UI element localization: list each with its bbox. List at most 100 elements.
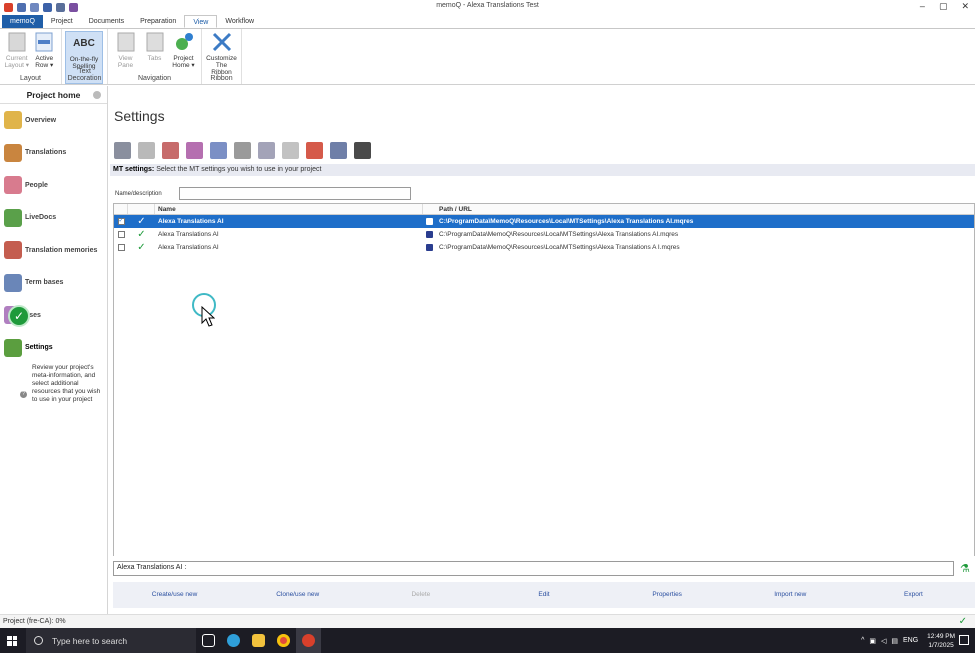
clone-use-new-button[interactable]: Clone/use new	[236, 582, 359, 608]
nav-item-translation-memories[interactable]: Translation memories	[0, 234, 107, 267]
resource-icon[interactable]	[162, 142, 179, 159]
network-icon[interactable]: ▣	[869, 637, 876, 645]
name-description-filter-input[interactable]	[179, 187, 411, 200]
volume-icon[interactable]: ◁	[881, 637, 886, 645]
overview-icon	[4, 111, 22, 130]
windows-taskbar: Type here to search ^ ▣ ◁ ▤ ENG 12:49 PM…	[0, 628, 975, 653]
minimize-button[interactable]: –	[920, 1, 925, 12]
row-checkbox[interactable]: ✓	[117, 218, 125, 225]
resource-icon[interactable]	[138, 142, 155, 159]
chrome-icon[interactable]	[271, 628, 296, 653]
search-icon	[34, 636, 43, 645]
create-use-new-button[interactable]: Create/use new	[113, 582, 236, 608]
import-new-button[interactable]: Import new	[729, 582, 852, 608]
edge-icon[interactable]	[221, 628, 246, 653]
tab-project[interactable]: Project	[43, 15, 81, 28]
nav-item-livedocs[interactable]: LiveDocs	[0, 202, 107, 235]
system-tray: ^ ▣ ◁ ▤ ENG 12:49 PM 1/7/2025	[861, 628, 955, 653]
nav-item-overview[interactable]: Overview	[0, 104, 107, 137]
help-icon[interactable]: ?	[20, 391, 27, 398]
pin-icon[interactable]	[93, 91, 101, 99]
maximize-button[interactable]: ▢	[939, 1, 948, 12]
window-title: memoQ - Alexa Translations Test	[436, 2, 539, 9]
translations-icon	[4, 143, 22, 162]
taskbar-search[interactable]: Type here to search	[26, 628, 196, 653]
export-button[interactable]: Export	[852, 582, 975, 608]
tabs-icon	[145, 31, 165, 53]
edit-button[interactable]: Edit	[482, 582, 605, 608]
resource-icon[interactable]	[282, 142, 299, 159]
flask-icon[interactable]: ⚗	[960, 562, 972, 575]
language-indicator[interactable]: ENG	[903, 637, 918, 644]
clock[interactable]: 12:49 PM 1/7/2025	[927, 632, 955, 650]
tools-icon	[212, 31, 232, 53]
column-header-name[interactable]: Name	[155, 204, 423, 214]
chevron-up-icon[interactable]: ^	[861, 637, 864, 644]
row-path: C:\ProgramData\MemoQ\Resources\Local\MTS…	[439, 218, 694, 225]
keyboard-icon[interactable]: ▤	[891, 637, 898, 645]
settings-panel: Settings MT settings: Select the MT sett…	[110, 86, 975, 614]
resource-file-icon	[426, 244, 433, 251]
description-field[interactable]: Alexa Translations AI :	[113, 561, 954, 576]
tab-view[interactable]: View	[184, 15, 218, 28]
resource-icon[interactable]	[210, 142, 227, 159]
resource-file-icon	[426, 218, 433, 225]
ribbon-group-ribbon: Customize The Ribbon Ribbon	[202, 29, 242, 84]
row-name: Alexa Translations AI	[158, 231, 219, 238]
table-row[interactable]: ✓ Alexa Translations AI C:\ProgramData\M…	[114, 241, 974, 254]
nav-item-settings[interactable]: Settings	[0, 332, 107, 365]
tab-preparation[interactable]: Preparation	[132, 15, 184, 28]
table-row[interactable]: ✓ ✓ Alexa Translations AI C:\ProgramData…	[114, 215, 974, 228]
task-view-icon[interactable]	[196, 628, 221, 653]
notification-icon[interactable]	[959, 635, 969, 645]
windows-logo-icon	[7, 635, 17, 646]
resource-icon[interactable]	[234, 142, 251, 159]
mouse-cursor-icon	[201, 306, 215, 327]
tab-workflow[interactable]: Workflow	[217, 15, 262, 28]
settings-toolbar	[114, 142, 371, 159]
nav-item-translations[interactable]: Translations	[0, 137, 107, 170]
layout-icon	[7, 31, 27, 53]
ribbon: Current Layout ▾ Active Row ▾ Layout ABC…	[0, 29, 975, 85]
group-label: Text Decoration	[67, 68, 102, 82]
nav-header: Project home	[0, 86, 107, 104]
properties-button[interactable]: Properties	[606, 582, 729, 608]
row-path: C:\ProgramData\MemoQ\Resources\Local\MTS…	[439, 231, 679, 238]
memoq-taskbar-icon[interactable]	[296, 628, 321, 653]
tab-documents[interactable]: Documents	[81, 15, 132, 28]
project-home-nav: Project home Overview Translations Peopl…	[0, 86, 108, 614]
mt-settings-bar: MT settings: Select the MT settings you …	[110, 164, 975, 176]
translation-memories-icon	[4, 241, 22, 260]
start-button[interactable]	[0, 628, 24, 653]
table-row[interactable]: ✓ Alexa Translations AI C:\ProgramData\M…	[114, 228, 974, 241]
title-bar: memoQ - Alexa Translations Test – ▢ ✕	[0, 0, 975, 14]
status-ok-icon: ✓	[137, 216, 146, 227]
resource-icon[interactable]	[186, 142, 203, 159]
nav-item-people[interactable]: People	[0, 169, 107, 202]
resource-icon[interactable]	[306, 142, 323, 159]
status-ok-icon: ✓	[137, 229, 146, 240]
page-title: Settings	[114, 108, 165, 124]
settings-description: Review your project's meta-information, …	[32, 364, 101, 403]
group-label: Ribbon	[210, 75, 233, 82]
resource-icon[interactable]	[258, 142, 275, 159]
mt-settings-icon[interactable]	[354, 142, 371, 159]
delete-button[interactable]: Delete	[359, 582, 482, 608]
column-header-path[interactable]: Path / URL	[423, 204, 974, 214]
action-bar: Create/use new Clone/use new Delete Edit…	[113, 582, 975, 608]
term-bases-icon	[4, 273, 22, 292]
tab-memoq[interactable]: memoQ	[2, 15, 43, 28]
row-checkbox[interactable]	[117, 231, 125, 238]
active-row-icon	[34, 31, 54, 53]
resource-icon[interactable]	[114, 142, 131, 159]
row-checkbox[interactable]	[117, 244, 125, 251]
status-ok-icon: ✓	[137, 242, 146, 253]
nav-item-term-bases[interactable]: Term bases	[0, 267, 107, 300]
group-label: Layout	[19, 75, 42, 82]
name-description-label: Name/description	[115, 191, 162, 197]
file-explorer-icon[interactable]	[246, 628, 271, 653]
close-button[interactable]: ✕	[961, 1, 969, 12]
resource-icon[interactable]	[330, 142, 347, 159]
status-bar: Project (fre-CA): 0% ✓	[0, 614, 975, 628]
mt-settings-table: Name Path / URL ✓ ✓ Alexa Translations A…	[113, 203, 975, 556]
